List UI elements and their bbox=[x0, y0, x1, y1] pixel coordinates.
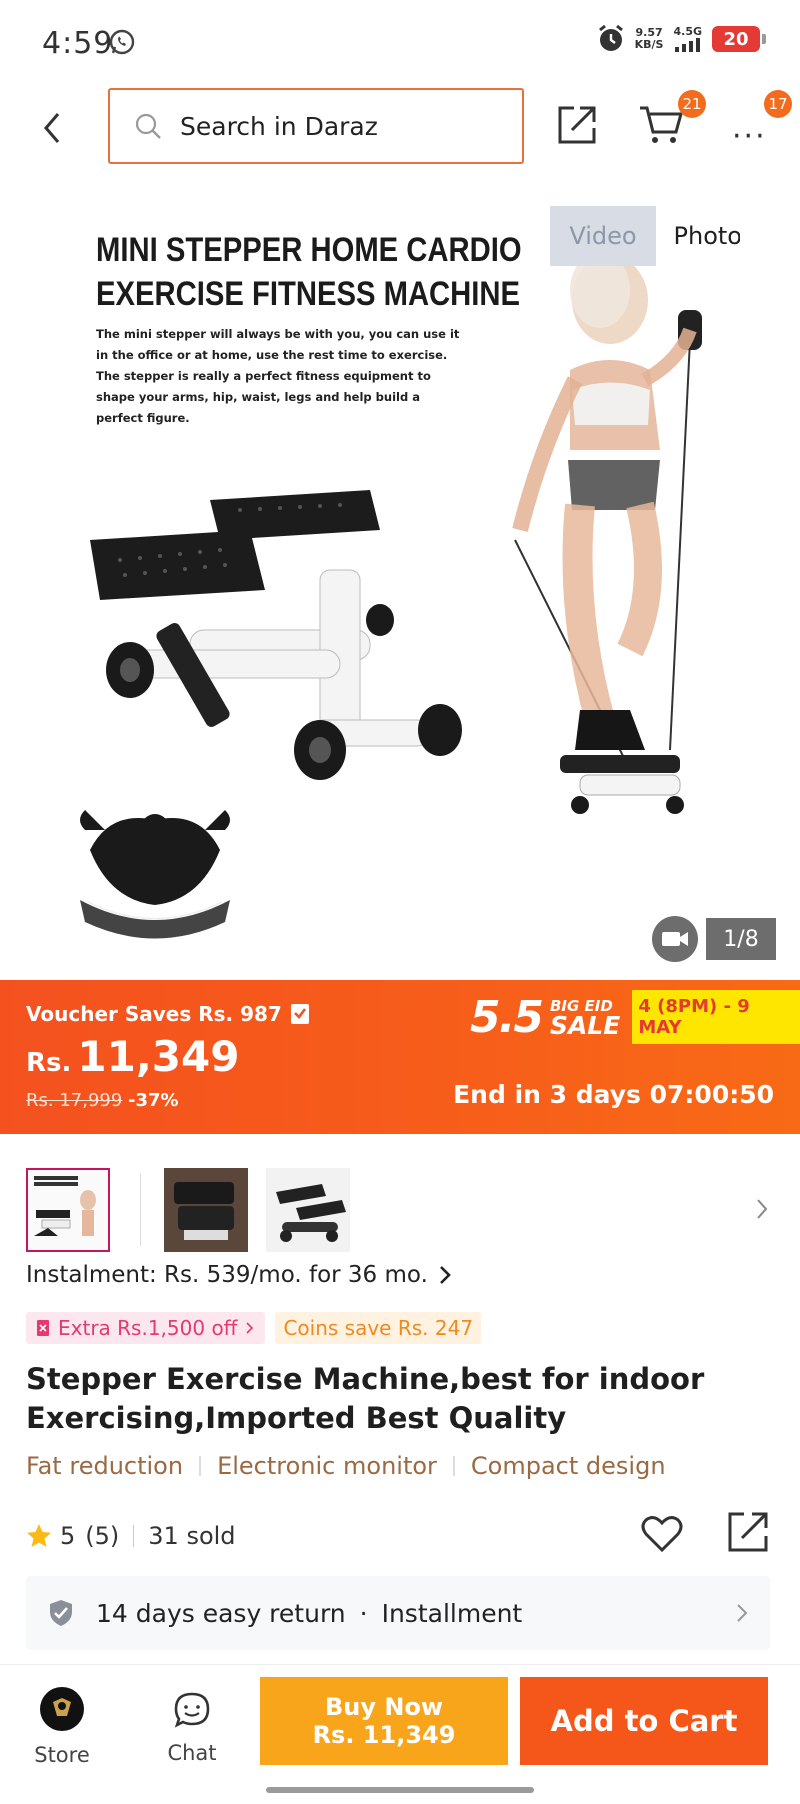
search-icon bbox=[135, 113, 161, 139]
voucher-icon bbox=[290, 1004, 309, 1024]
thumbnail-strip bbox=[0, 1168, 800, 1252]
coins-save-tag[interactable]: Coins save Rs. 247 bbox=[275, 1312, 482, 1344]
separator-dot: · bbox=[359, 1598, 368, 1628]
share-icon[interactable] bbox=[726, 1510, 770, 1554]
product-image[interactable]: MINI STEPPER HOME CARDIO EXERCISE FITNES… bbox=[60, 190, 740, 960]
media-toggle[interactable]: Video Photos bbox=[550, 206, 740, 266]
signal-indicator: 4.5G bbox=[673, 26, 702, 52]
thumbnail-3[interactable] bbox=[266, 1168, 350, 1252]
video-camera-icon bbox=[662, 932, 688, 946]
chat-button[interactable]: Chat bbox=[156, 1691, 228, 1787]
chat-label: Chat bbox=[167, 1741, 217, 1765]
top-header: Search in Daraz 21 ··· 17 bbox=[0, 86, 800, 170]
thumbnail-1[interactable] bbox=[26, 1168, 110, 1252]
sale-dates: 4 (8PM) - 9 MAY bbox=[632, 990, 800, 1044]
instalment-row[interactable]: Instalment: Rs. 539/mo. for 36 mo. bbox=[26, 1262, 452, 1288]
rating-count[interactable]: (5) bbox=[85, 1522, 119, 1550]
buy-now-button[interactable]: Buy Now Rs. 11,349 bbox=[260, 1677, 508, 1765]
search-input[interactable]: Search in Daraz bbox=[108, 88, 524, 164]
thumbnail-divider bbox=[140, 1174, 141, 1246]
shield-check-icon bbox=[50, 1600, 72, 1626]
current-price: Rs. 11,349 bbox=[26, 1032, 240, 1081]
thumbnail-2-image bbox=[164, 1168, 248, 1252]
signal-bars-icon bbox=[674, 38, 700, 52]
sold-count: 31 sold bbox=[148, 1522, 236, 1550]
search-placeholder: Search in Daraz bbox=[180, 111, 378, 141]
extra-off-tag[interactable]: Extra Rs.1,500 off bbox=[26, 1312, 266, 1344]
image-counter: 1/8 bbox=[706, 918, 776, 960]
store-label: Store bbox=[34, 1743, 90, 1767]
chevron-right-icon bbox=[737, 1604, 748, 1622]
bottom-action-bar: Store Chat Buy Now Rs. 11,349 Add to Car… bbox=[0, 1664, 800, 1804]
star-icon bbox=[27, 1524, 51, 1547]
tab-video[interactable]: Video bbox=[550, 206, 656, 266]
tab-photos[interactable]: Photos bbox=[656, 206, 740, 266]
cart-button[interactable]: 21 bbox=[638, 90, 706, 150]
store-button[interactable]: Store bbox=[26, 1687, 98, 1787]
feature-tags: Fat reduction Electronic monitor Compact… bbox=[26, 1452, 666, 1480]
stepper-machine-illustration bbox=[90, 490, 462, 780]
play-video-button[interactable] bbox=[652, 916, 698, 962]
chevron-right-icon[interactable] bbox=[754, 1196, 770, 1222]
thumbnail-2[interactable] bbox=[164, 1168, 248, 1252]
sale-label: BIG EID SALE bbox=[549, 997, 621, 1040]
image-headline: MINI STEPPER HOME CARDIO EXERCISE FITNES… bbox=[96, 231, 522, 313]
feature-electronic-monitor: Electronic monitor bbox=[217, 1452, 437, 1480]
discount-percent: -37% bbox=[128, 1090, 179, 1111]
promo-tags: Extra Rs.1,500 off Coins save Rs. 247 bbox=[26, 1312, 482, 1344]
cart-count-badge: 21 bbox=[678, 90, 706, 118]
price-banner: Voucher Saves Rs. 987 Rs. 11,349 Rs. 17,9… bbox=[0, 980, 800, 1134]
status-time: 4:59 bbox=[42, 26, 114, 61]
back-arrow-icon[interactable] bbox=[38, 108, 68, 148]
original-price: Rs. 17,999 bbox=[26, 1090, 123, 1111]
status-bar: 4:59 9.57 KB/S 4.5G 20 bbox=[0, 0, 800, 86]
hc-fitness-logo bbox=[80, 810, 230, 939]
wishlist-heart-icon[interactable] bbox=[640, 1514, 684, 1554]
net-speed: 9.57 KB/S bbox=[634, 26, 664, 51]
thumbnail-3-image bbox=[266, 1168, 350, 1252]
feature-divider bbox=[452, 1456, 455, 1476]
alarm-icon bbox=[598, 24, 623, 51]
rating-value[interactable]: 5 bbox=[60, 1522, 75, 1550]
whatsapp-icon bbox=[109, 29, 135, 55]
woman-exercising-image bbox=[512, 252, 702, 814]
feature-fat-reduction: Fat reduction bbox=[26, 1452, 184, 1480]
rating-row: 5 (5) 31 sold bbox=[26, 1512, 776, 1556]
battery-indicator: 20 bbox=[712, 26, 766, 52]
voucher-savings[interactable]: Voucher Saves Rs. 987 bbox=[26, 1002, 310, 1026]
image-description: The mini stepper will always be with you… bbox=[96, 327, 460, 425]
chevron-right-icon bbox=[246, 1322, 254, 1334]
share-icon[interactable] bbox=[556, 104, 598, 146]
sale-campaign-badge: 5.5 BIG EID SALE 4 (8PM) - 9 MAY bbox=[470, 990, 800, 1044]
feature-compact-design: Compact design bbox=[470, 1452, 666, 1480]
chevron-right-icon bbox=[439, 1266, 451, 1284]
service-info-row[interactable]: 14 days easy return · Installment bbox=[26, 1576, 770, 1650]
sale-number: 5.5 bbox=[470, 991, 544, 1043]
store-logo-icon bbox=[53, 1698, 71, 1716]
installment-label: Installment bbox=[381, 1598, 523, 1628]
sale-countdown: End in 3 days 07:00:50 bbox=[453, 1080, 774, 1109]
home-indicator[interactable] bbox=[266, 1787, 534, 1793]
product-title: Stepper Exercise Machine,best for indoor… bbox=[26, 1362, 705, 1435]
chat-bubble-icon bbox=[174, 1692, 210, 1728]
more-menu-button[interactable]: ··· 17 bbox=[730, 90, 792, 154]
add-to-cart-button[interactable]: Add to Cart bbox=[520, 1677, 768, 1765]
thumbnail-1-image bbox=[28, 1170, 108, 1250]
rating-divider bbox=[133, 1525, 135, 1547]
return-policy: 14 days easy return bbox=[96, 1598, 346, 1628]
cart-icon bbox=[640, 106, 683, 143]
coupon-icon bbox=[37, 1320, 49, 1336]
store-avatar bbox=[40, 1687, 84, 1731]
feature-divider bbox=[199, 1456, 202, 1476]
notification-count-badge: 17 bbox=[764, 90, 792, 118]
more-dots-icon: ··· bbox=[732, 119, 767, 154]
